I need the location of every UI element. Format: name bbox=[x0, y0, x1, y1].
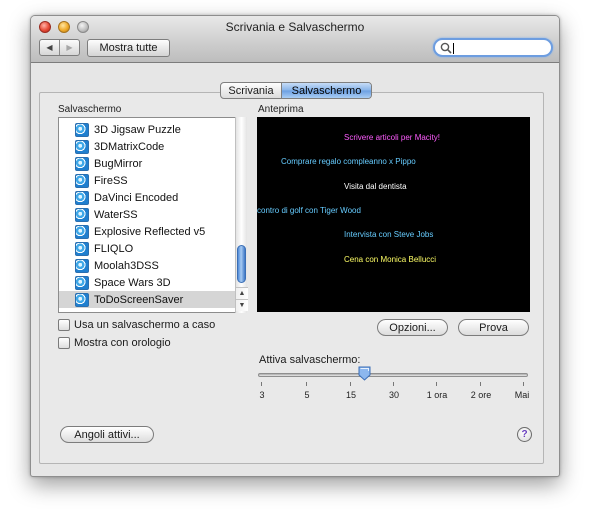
slider-tick bbox=[480, 382, 481, 386]
slider-label: Attiva salvaschermo: bbox=[259, 354, 361, 366]
list-item-label: BugMirror bbox=[94, 157, 143, 170]
slider-tick-label: 5 bbox=[304, 390, 310, 400]
options-button[interactable]: Opzioni... bbox=[377, 319, 448, 336]
slider-tick bbox=[306, 382, 307, 386]
slider-tick bbox=[523, 382, 524, 386]
slider-tick-label: 1 ora bbox=[426, 390, 448, 400]
tab-salvaschermo[interactable]: Salvaschermo bbox=[282, 83, 371, 98]
list-item[interactable]: 3D Jigsaw Puzzle bbox=[59, 121, 235, 138]
list-item[interactable]: BugMirror bbox=[59, 155, 235, 172]
show-clock-checkbox[interactable] bbox=[58, 337, 70, 349]
show-all-button[interactable]: Mostra tutte bbox=[87, 39, 170, 57]
random-screensaver-checkbox[interactable] bbox=[58, 319, 70, 331]
list-item-label: ToDoScreenSaver bbox=[94, 293, 184, 306]
list-item[interactable]: FireSS bbox=[59, 172, 235, 189]
todo-item: contro di golf con Tiger Wood bbox=[257, 206, 361, 215]
help-icon[interactable]: ? bbox=[517, 427, 532, 442]
window-title: Scrivania e Salvaschermo bbox=[225, 20, 365, 34]
preview-header: Anteprima bbox=[258, 104, 304, 115]
random-screensaver-option[interactable]: Usa un salvaschermo a caso bbox=[58, 319, 215, 331]
slider-tick bbox=[393, 382, 394, 386]
slider-tick-label: Mai bbox=[514, 390, 530, 400]
screensaver-icon bbox=[75, 173, 89, 188]
list-item[interactable]: FLIQLO bbox=[59, 240, 235, 257]
slider-tick-label: 30 bbox=[388, 390, 400, 400]
list-item-label: Space Wars 3D bbox=[94, 276, 171, 289]
list-item-selected[interactable]: ToDoScreenSaver bbox=[59, 291, 235, 308]
screensaver-icon bbox=[75, 292, 89, 307]
back-forward-control: ◀ ▶ bbox=[39, 39, 80, 56]
list-scrollbar[interactable]: ▲ ▼ bbox=[235, 117, 248, 313]
show-clock-option[interactable]: Mostra con orologio bbox=[58, 337, 171, 349]
list-item-label: 3D Jigsaw Puzzle bbox=[94, 123, 181, 136]
slider-tick bbox=[436, 382, 437, 386]
chevron-right-icon[interactable]: ▶ bbox=[60, 40, 79, 55]
list-item-label: Explosive Reflected v5 bbox=[94, 225, 206, 238]
title-bar: Scrivania e Salvaschermo ◀ ▶ Mostra tutt… bbox=[31, 16, 559, 63]
preferences-window: Scrivania e Salvaschermo ◀ ▶ Mostra tutt… bbox=[30, 15, 560, 477]
todo-item: Comprare regalo compleanno x Pippo bbox=[281, 157, 416, 166]
todo-item: Cena con Monica Bellucci bbox=[344, 255, 437, 264]
test-button[interactable]: Prova bbox=[458, 319, 529, 336]
list-item-label: Moolah3DSS bbox=[94, 259, 159, 272]
search-input[interactable] bbox=[454, 41, 546, 55]
list-item-label: FLIQLO bbox=[94, 242, 134, 255]
screensaver-icon bbox=[75, 122, 89, 137]
list-item-label: WaterSS bbox=[94, 208, 138, 221]
screensaver-list-header: Salvaschermo bbox=[58, 104, 122, 115]
screensaver-icon bbox=[75, 224, 89, 239]
random-screensaver-label: Usa un salvaschermo a caso bbox=[74, 319, 216, 331]
list-item[interactable]: Explosive Reflected v5 bbox=[59, 223, 235, 240]
chevron-left-icon[interactable]: ◀ bbox=[40, 40, 60, 55]
slider-tick bbox=[261, 382, 262, 386]
todo-item: Intervista con Steve Jobs bbox=[344, 230, 434, 239]
screensaver-list[interactable]: 3D Jigsaw Puzzle 3DMatrixCode BugMirror … bbox=[58, 117, 247, 313]
screensaver-icon bbox=[75, 241, 89, 256]
list-item[interactable]: DaVinci Encoded bbox=[59, 189, 235, 206]
list-item[interactable]: Space Wars 3D bbox=[59, 274, 235, 291]
screensaver-icon bbox=[75, 275, 89, 290]
list-item-label: FireSS bbox=[94, 174, 128, 187]
hot-corners-button[interactable]: Angoli attivi... bbox=[60, 426, 154, 443]
screensaver-preview: Scrivere articoli per Macity! Comprare r… bbox=[257, 117, 530, 312]
scroll-down-arrow-icon[interactable]: ▼ bbox=[236, 299, 248, 311]
slider-knob[interactable] bbox=[358, 366, 371, 381]
scroll-up-arrow-icon[interactable]: ▲ bbox=[236, 287, 248, 299]
list-item-label: DaVinci Encoded bbox=[94, 191, 179, 204]
scrollbar-thumb[interactable] bbox=[237, 245, 246, 283]
slider-tick-label: 2 ore bbox=[470, 390, 492, 400]
screensaver-icon bbox=[75, 258, 89, 273]
slider-tick bbox=[350, 382, 351, 386]
search-field[interactable] bbox=[433, 38, 553, 57]
tab-scrivania[interactable]: Scrivania bbox=[221, 83, 282, 98]
show-clock-label: Mostra con orologio bbox=[74, 337, 171, 349]
screensaver-icon bbox=[75, 139, 89, 154]
screensaver-icon bbox=[75, 207, 89, 222]
screensaver-icon bbox=[75, 190, 89, 205]
list-item[interactable]: 3DMatrixCode bbox=[59, 138, 235, 155]
list-item[interactable]: Moolah3DSS bbox=[59, 257, 235, 274]
slider-track[interactable] bbox=[258, 373, 528, 377]
slider-tick-label: 15 bbox=[345, 390, 357, 400]
tab-bar: Scrivania Salvaschermo bbox=[220, 82, 372, 99]
screensaver-icon bbox=[75, 156, 89, 171]
list-item[interactable]: WaterSS bbox=[59, 206, 235, 223]
search-icon bbox=[440, 42, 452, 54]
list-item-label: 3DMatrixCode bbox=[94, 140, 165, 153]
todo-item: Scrivere articoli per Macity! bbox=[344, 133, 441, 142]
slider-tick-label: 3 bbox=[259, 390, 265, 400]
todo-item: Visita dal dentista bbox=[344, 182, 407, 191]
